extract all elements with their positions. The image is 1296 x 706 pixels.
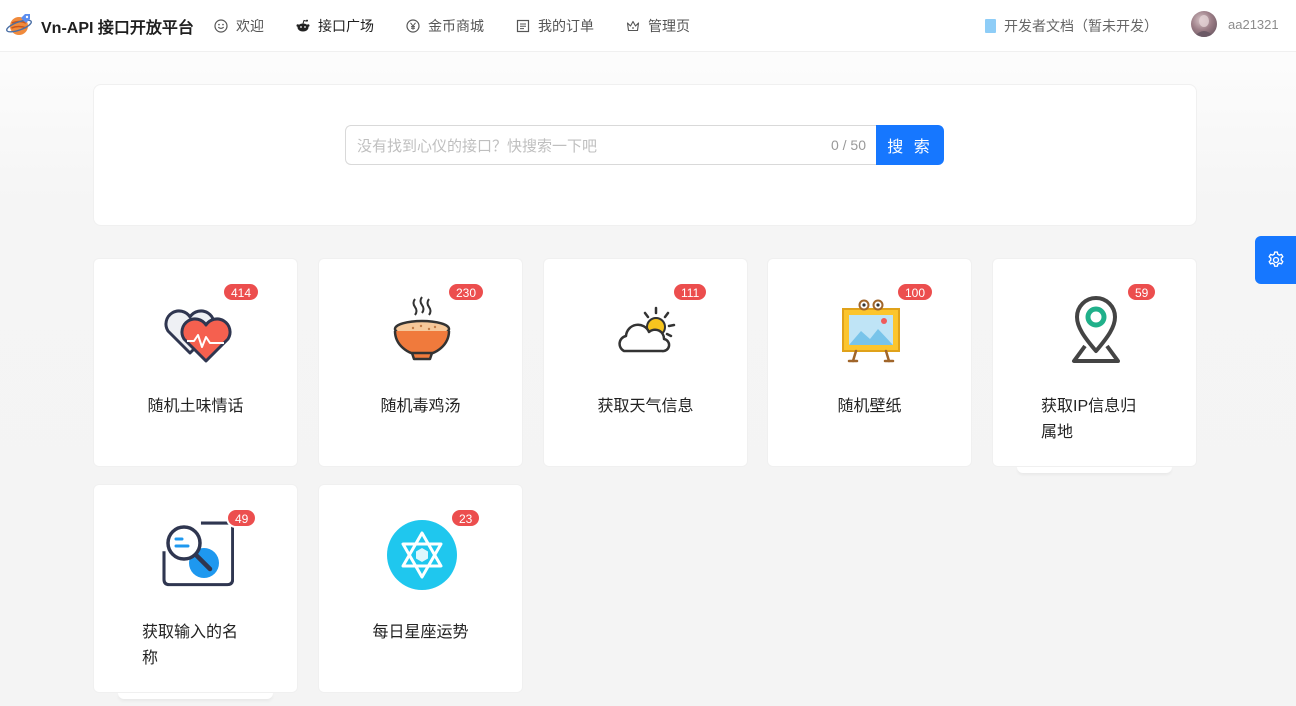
api-card-title: 获取输入的名称 — [142, 624, 239, 667]
avatar-image-icon — [1194, 15, 1214, 37]
nav-item-label: 金币商城 — [428, 18, 484, 34]
brand-title[interactable]: Vn-API 接口开放平台 — [41, 14, 194, 38]
book-icon — [985, 19, 996, 33]
nav-item-my-orders[interactable]: 我的订单 — [516, 16, 594, 36]
api-card-title: 随机土味情话 — [147, 398, 244, 415]
search-input[interactable] — [357, 135, 797, 157]
search-button[interactable]: 搜 索 — [876, 125, 944, 165]
nav-item-label: 管理页 — [648, 18, 690, 34]
search-card-icon — [162, 521, 234, 587]
nav-item-admin[interactable]: 管理页 — [626, 16, 690, 36]
double-heart-icon — [164, 309, 232, 363]
soup-bowl-icon — [393, 296, 451, 361]
api-card-title: 随机毒鸡汤 — [380, 398, 461, 415]
rocket-planet-logo-icon[interactable] — [5, 11, 33, 39]
api-card-ip-location[interactable]: 59 获取IP信息归属地 — [992, 258, 1197, 467]
api-card-input-name[interactable]: 49 获取输入的名称 — [93, 484, 298, 693]
call-count-badge: 230 — [448, 283, 485, 301]
call-count-badge: 49 — [227, 509, 257, 527]
top-navbar: Vn-API 接口开放平台 欢迎 接口广场 金币商城 我的订单 管理页 开发者文… — [0, 0, 1296, 52]
call-count-badge: 100 — [897, 283, 934, 301]
developer-docs-link[interactable]: 开发者文档（暂未开发） — [985, 16, 1158, 36]
avatar[interactable] — [1191, 11, 1217, 37]
smile-icon — [214, 19, 228, 33]
settings-float-button[interactable] — [1255, 236, 1296, 284]
order-list-icon — [516, 19, 530, 33]
api-card-title: 随机壁纸 — [837, 398, 902, 415]
crown-icon — [626, 20, 640, 32]
search-char-count: 0 / 50 — [830, 137, 866, 153]
call-count-badge: 414 — [223, 283, 260, 301]
developer-docs-label: 开发者文档（暂未开发） — [1004, 18, 1158, 34]
nav-item-interface-square[interactable]: 接口广场 — [296, 16, 374, 36]
call-count-badge: 111 — [673, 283, 708, 301]
api-card-title: 每日星座运势 — [372, 624, 469, 641]
wallpaper-frame-icon — [842, 299, 900, 363]
api-card-title: 获取天气信息 — [597, 398, 694, 415]
yen-coin-icon — [406, 19, 420, 33]
api-card-title: 获取IP信息归属地 — [1041, 398, 1137, 441]
hexagram-star-icon — [387, 520, 457, 590]
nav-item-coin-mall[interactable]: 金币商城 — [406, 16, 484, 36]
nav-item-label: 欢迎 — [236, 18, 264, 34]
api-card-wallpaper[interactable]: 100 随机壁纸 — [767, 258, 972, 467]
api-card-weather[interactable]: 111 获取天气信息 — [543, 258, 748, 467]
weather-cloud-sun-icon — [618, 306, 676, 353]
search-box[interactable]: 0 / 50 — [345, 125, 877, 165]
nav-item-welcome[interactable]: 欢迎 — [214, 16, 264, 36]
api-card-chicken-soup[interactable]: 230 随机毒鸡汤 — [318, 258, 523, 467]
call-count-badge: 59 — [1127, 283, 1157, 301]
username[interactable]: aa21321 — [1228, 17, 1279, 32]
nav-item-label: 我的订单 — [538, 18, 594, 34]
api-card-horoscope[interactable]: 23 每日星座运势 — [318, 484, 523, 693]
location-pin-icon — [1072, 296, 1120, 363]
search-panel: 0 / 50 搜 索 — [93, 84, 1197, 226]
call-count-badge: 23 — [451, 509, 481, 527]
card-shadow — [118, 693, 273, 699]
nav-item-label: 接口广场 — [318, 18, 374, 34]
reddit-icon — [296, 19, 310, 32]
card-shadow — [1017, 467, 1172, 473]
api-card-love-quotes[interactable]: 414 随机土味情话 — [93, 258, 298, 467]
gear-icon — [1268, 251, 1283, 267]
